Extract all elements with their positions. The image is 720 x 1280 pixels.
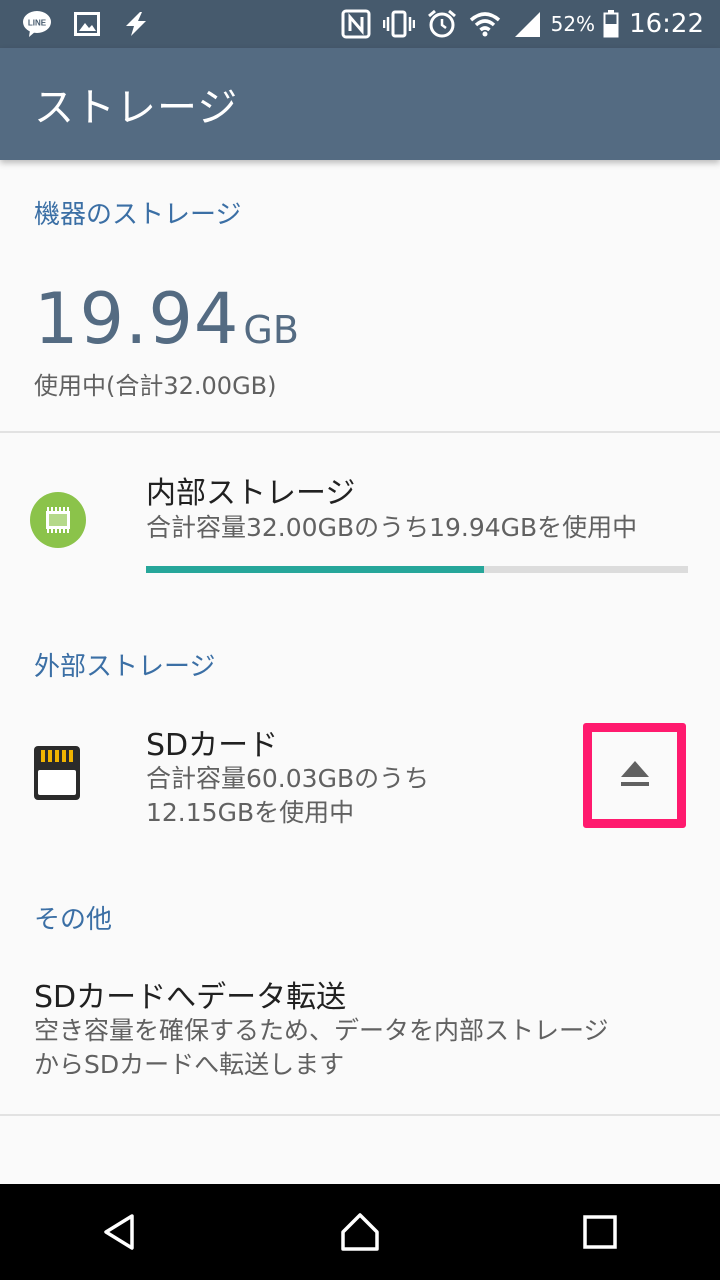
eject-icon — [619, 759, 651, 793]
flash-icon — [122, 11, 150, 37]
transfer-desc-line2: からSDカードへ転送します — [34, 1050, 345, 1079]
back-button[interactable] — [80, 1192, 160, 1272]
back-icon — [104, 1214, 134, 1250]
recents-icon — [583, 1215, 617, 1249]
home-button[interactable] — [320, 1192, 400, 1272]
external-storage-header: 外部ストレージ — [34, 652, 216, 682]
wifi-icon — [469, 11, 501, 37]
nfc-icon — [341, 9, 371, 39]
eject-button[interactable] — [583, 723, 686, 828]
vibrate-icon — [382, 10, 415, 38]
battery-icon — [603, 10, 619, 38]
home-icon — [341, 1213, 379, 1251]
transfer-title: SDカードへデータ転送 — [34, 980, 347, 1015]
sd-card-title: SDカード — [146, 728, 279, 763]
internal-storage-summary: 合計容量32.00GBのうち19.94GBを使用中 — [146, 513, 638, 542]
app-bar: ストレージ — [0, 48, 720, 160]
page-title: ストレージ — [34, 85, 239, 131]
signal-icon — [513, 10, 541, 38]
sd-card-summary-line1: 合計容量60.03GBのうち — [146, 764, 430, 793]
alarm-icon — [427, 9, 457, 39]
sd-card-icon — [32, 744, 82, 806]
clock: 16:22 — [629, 9, 704, 39]
navigation-bar — [0, 1184, 720, 1280]
used-storage-value: 19.94 GB — [34, 278, 299, 360]
used-summary: 使用中(合計32.00GB) — [34, 372, 277, 400]
svg-text:LINE: LINE — [28, 19, 47, 28]
divider — [0, 431, 720, 433]
status-bar: LINE 52% 16:22 — [0, 0, 720, 48]
device-storage-header: 機器のストレージ — [34, 200, 242, 230]
recents-button[interactable] — [560, 1192, 640, 1272]
internal-storage-progress — [146, 566, 688, 573]
chip-icon — [30, 492, 86, 548]
battery-percent: 52% — [550, 12, 596, 36]
progress-fill — [146, 566, 484, 573]
used-number: 19.94 — [34, 278, 240, 360]
internal-storage-title: 内部ストレージ — [146, 476, 356, 511]
image-icon — [74, 12, 100, 36]
line-icon: LINE — [22, 10, 52, 38]
divider — [0, 1114, 720, 1116]
sd-card-summary-line2: 12.15GBを使用中 — [146, 798, 355, 827]
other-header: その他 — [34, 905, 113, 935]
used-unit: GB — [243, 308, 299, 352]
transfer-desc-line1: 空き容量を確保するため、データを内部ストレージ — [34, 1016, 609, 1045]
